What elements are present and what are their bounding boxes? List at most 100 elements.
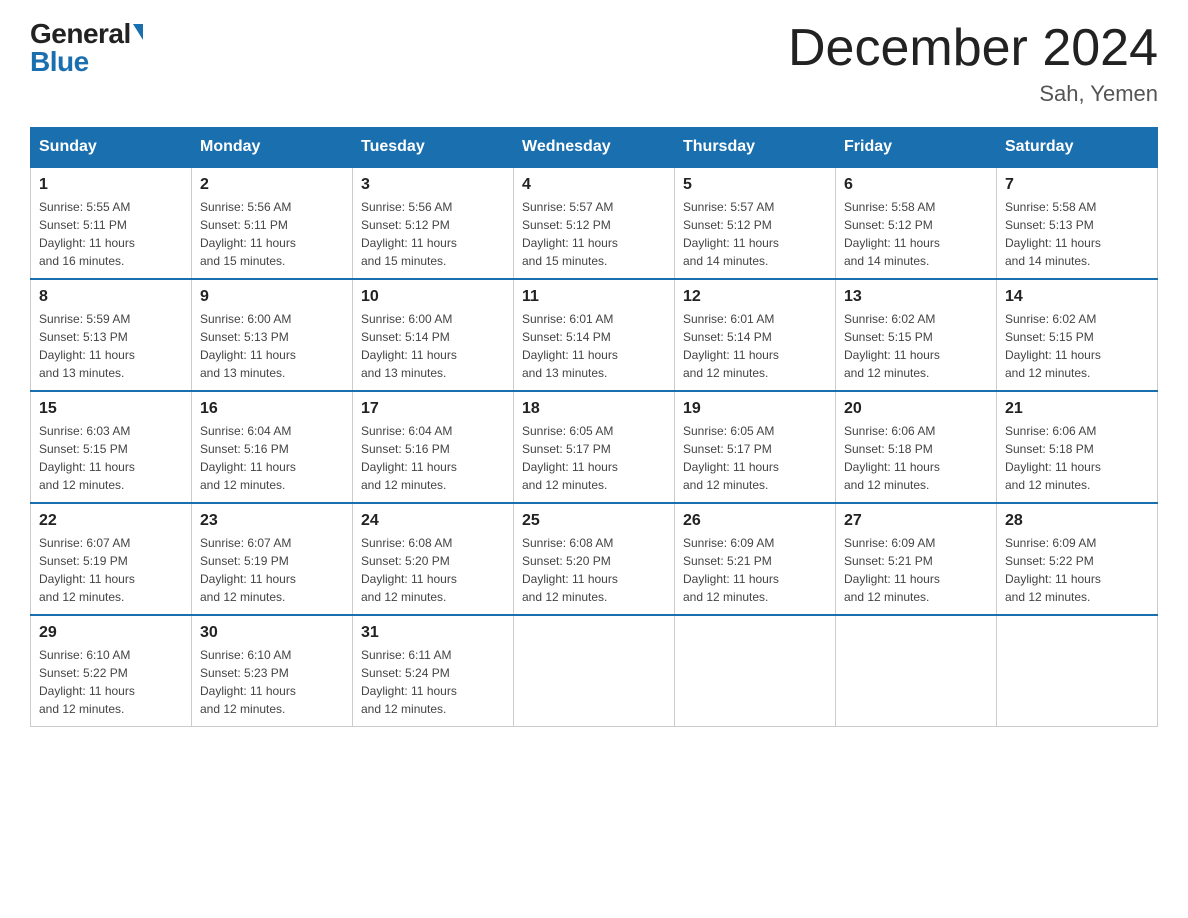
- calendar-week-row: 8Sunrise: 5:59 AMSunset: 5:13 PMDaylight…: [31, 279, 1158, 391]
- page-header: General Blue December 2024 Sah, Yemen: [30, 20, 1158, 107]
- day-info: Sunrise: 6:09 AMSunset: 5:21 PMDaylight:…: [683, 534, 827, 606]
- day-number: 1: [39, 176, 183, 194]
- calendar-cell: 10 Sunrise: 6:00 AMSunset: 5:14 PMDayligh…: [353, 279, 514, 391]
- calendar-cell: 30 Sunrise: 6:10 AMSunset: 5:23 PMDayligh…: [192, 615, 353, 727]
- day-number: 22: [39, 512, 183, 530]
- calendar-title: December 2024: [788, 20, 1158, 77]
- day-number: 14: [1005, 288, 1149, 306]
- calendar-cell: 21 Sunrise: 6:06 AMSunset: 5:18 PMDayligh…: [997, 391, 1158, 503]
- day-number: 18: [522, 400, 666, 418]
- day-info: Sunrise: 5:57 AMSunset: 5:12 PMDaylight:…: [522, 198, 666, 270]
- day-number: 2: [200, 176, 344, 194]
- calendar-week-row: 22 Sunrise: 6:07 AMSunset: 5:19 PMDayligh…: [31, 503, 1158, 615]
- day-number: 10: [361, 288, 505, 306]
- calendar-cell: [997, 615, 1158, 727]
- day-number: 26: [683, 512, 827, 530]
- calendar-cell: 22 Sunrise: 6:07 AMSunset: 5:19 PMDayligh…: [31, 503, 192, 615]
- calendar-cell: 18 Sunrise: 6:05 AMSunset: 5:17 PMDayligh…: [514, 391, 675, 503]
- day-number: 3: [361, 176, 505, 194]
- day-info: Sunrise: 6:10 AMSunset: 5:23 PMDaylight:…: [200, 646, 344, 718]
- day-info: Sunrise: 6:05 AMSunset: 5:17 PMDaylight:…: [522, 422, 666, 494]
- day-number: 15: [39, 400, 183, 418]
- day-number: 20: [844, 400, 988, 418]
- day-info: Sunrise: 6:02 AMSunset: 5:15 PMDaylight:…: [844, 310, 988, 382]
- day-info: Sunrise: 6:06 AMSunset: 5:18 PMDaylight:…: [844, 422, 988, 494]
- header-monday: Monday: [192, 128, 353, 168]
- day-info: Sunrise: 6:08 AMSunset: 5:20 PMDaylight:…: [522, 534, 666, 606]
- calendar-cell: 13 Sunrise: 6:02 AMSunset: 5:15 PMDayligh…: [836, 279, 997, 391]
- calendar-table: SundayMondayTuesdayWednesdayThursdayFrid…: [30, 127, 1158, 727]
- calendar-cell: 20 Sunrise: 6:06 AMSunset: 5:18 PMDayligh…: [836, 391, 997, 503]
- day-number: 21: [1005, 400, 1149, 418]
- day-info: Sunrise: 6:07 AMSunset: 5:19 PMDaylight:…: [200, 534, 344, 606]
- day-number: 13: [844, 288, 988, 306]
- day-number: 11: [522, 288, 666, 306]
- calendar-cell: 31Sunrise: 6:11 AMSunset: 5:24 PMDayligh…: [353, 615, 514, 727]
- calendar-cell: 11 Sunrise: 6:01 AMSunset: 5:14 PMDayligh…: [514, 279, 675, 391]
- header-wednesday: Wednesday: [514, 128, 675, 168]
- header-sunday: Sunday: [31, 128, 192, 168]
- day-info: Sunrise: 5:56 AMSunset: 5:12 PMDaylight:…: [361, 198, 505, 270]
- day-number: 31: [361, 624, 505, 642]
- calendar-week-row: 29Sunrise: 6:10 AMSunset: 5:22 PMDayligh…: [31, 615, 1158, 727]
- day-number: 9: [200, 288, 344, 306]
- calendar-week-row: 15 Sunrise: 6:03 AMSunset: 5:15 PMDayligh…: [31, 391, 1158, 503]
- day-info: Sunrise: 6:06 AMSunset: 5:18 PMDaylight:…: [1005, 422, 1149, 494]
- calendar-cell: 17Sunrise: 6:04 AMSunset: 5:16 PMDayligh…: [353, 391, 514, 503]
- day-info: Sunrise: 6:10 AMSunset: 5:22 PMDaylight:…: [39, 646, 183, 718]
- calendar-cell: [514, 615, 675, 727]
- calendar-cell: [675, 615, 836, 727]
- day-info: Sunrise: 6:00 AMSunset: 5:14 PMDaylight:…: [361, 310, 505, 382]
- calendar-cell: 24 Sunrise: 6:08 AMSunset: 5:20 PMDayligh…: [353, 503, 514, 615]
- header-friday: Friday: [836, 128, 997, 168]
- day-number: 8: [39, 288, 183, 306]
- day-number: 24: [361, 512, 505, 530]
- calendar-week-row: 1 Sunrise: 5:55 AMSunset: 5:11 PMDaylight…: [31, 167, 1158, 279]
- day-number: 6: [844, 176, 988, 194]
- day-info: Sunrise: 6:05 AMSunset: 5:17 PMDaylight:…: [683, 422, 827, 494]
- day-number: 25: [522, 512, 666, 530]
- calendar-subtitle: Sah, Yemen: [788, 81, 1158, 107]
- header-saturday: Saturday: [997, 128, 1158, 168]
- day-info: Sunrise: 6:01 AMSunset: 5:14 PMDaylight:…: [522, 310, 666, 382]
- day-info: Sunrise: 5:58 AMSunset: 5:13 PMDaylight:…: [1005, 198, 1149, 270]
- calendar-cell: 6 Sunrise: 5:58 AMSunset: 5:12 PMDaylight…: [836, 167, 997, 279]
- day-info: Sunrise: 5:58 AMSunset: 5:12 PMDaylight:…: [844, 198, 988, 270]
- day-number: 7: [1005, 176, 1149, 194]
- day-info: Sunrise: 6:07 AMSunset: 5:19 PMDaylight:…: [39, 534, 183, 606]
- calendar-cell: 1 Sunrise: 5:55 AMSunset: 5:11 PMDaylight…: [31, 167, 192, 279]
- day-info: Sunrise: 6:04 AMSunset: 5:16 PMDaylight:…: [361, 422, 505, 494]
- logo-blue: Blue: [30, 48, 89, 76]
- calendar-cell: 23 Sunrise: 6:07 AMSunset: 5:19 PMDayligh…: [192, 503, 353, 615]
- logo: General Blue: [30, 20, 143, 76]
- day-info: Sunrise: 6:08 AMSunset: 5:20 PMDaylight:…: [361, 534, 505, 606]
- day-info: Sunrise: 5:56 AMSunset: 5:11 PMDaylight:…: [200, 198, 344, 270]
- calendar-cell: 4 Sunrise: 5:57 AMSunset: 5:12 PMDaylight…: [514, 167, 675, 279]
- day-number: 19: [683, 400, 827, 418]
- logo-general: General: [30, 20, 131, 48]
- calendar-cell: 8Sunrise: 5:59 AMSunset: 5:13 PMDaylight…: [31, 279, 192, 391]
- day-info: Sunrise: 5:55 AMSunset: 5:11 PMDaylight:…: [39, 198, 183, 270]
- calendar-cell: 26 Sunrise: 6:09 AMSunset: 5:21 PMDayligh…: [675, 503, 836, 615]
- calendar-cell: [836, 615, 997, 727]
- day-number: 5: [683, 176, 827, 194]
- calendar-cell: 9 Sunrise: 6:00 AMSunset: 5:13 PMDaylight…: [192, 279, 353, 391]
- day-info: Sunrise: 6:04 AMSunset: 5:16 PMDaylight:…: [200, 422, 344, 494]
- day-number: 23: [200, 512, 344, 530]
- calendar-cell: 25 Sunrise: 6:08 AMSunset: 5:20 PMDayligh…: [514, 503, 675, 615]
- day-number: 4: [522, 176, 666, 194]
- day-number: 12: [683, 288, 827, 306]
- logo-arrow-icon: [133, 24, 143, 40]
- calendar-cell: 14Sunrise: 6:02 AMSunset: 5:15 PMDayligh…: [997, 279, 1158, 391]
- header-thursday: Thursday: [675, 128, 836, 168]
- day-info: Sunrise: 6:09 AMSunset: 5:22 PMDaylight:…: [1005, 534, 1149, 606]
- calendar-cell: 5Sunrise: 5:57 AMSunset: 5:12 PMDaylight…: [675, 167, 836, 279]
- day-info: Sunrise: 6:09 AMSunset: 5:21 PMDaylight:…: [844, 534, 988, 606]
- day-info: Sunrise: 6:00 AMSunset: 5:13 PMDaylight:…: [200, 310, 344, 382]
- day-info: Sunrise: 6:03 AMSunset: 5:15 PMDaylight:…: [39, 422, 183, 494]
- header-tuesday: Tuesday: [353, 128, 514, 168]
- day-number: 27: [844, 512, 988, 530]
- calendar-cell: 7 Sunrise: 5:58 AMSunset: 5:13 PMDaylight…: [997, 167, 1158, 279]
- calendar-cell: 19 Sunrise: 6:05 AMSunset: 5:17 PMDayligh…: [675, 391, 836, 503]
- day-number: 30: [200, 624, 344, 642]
